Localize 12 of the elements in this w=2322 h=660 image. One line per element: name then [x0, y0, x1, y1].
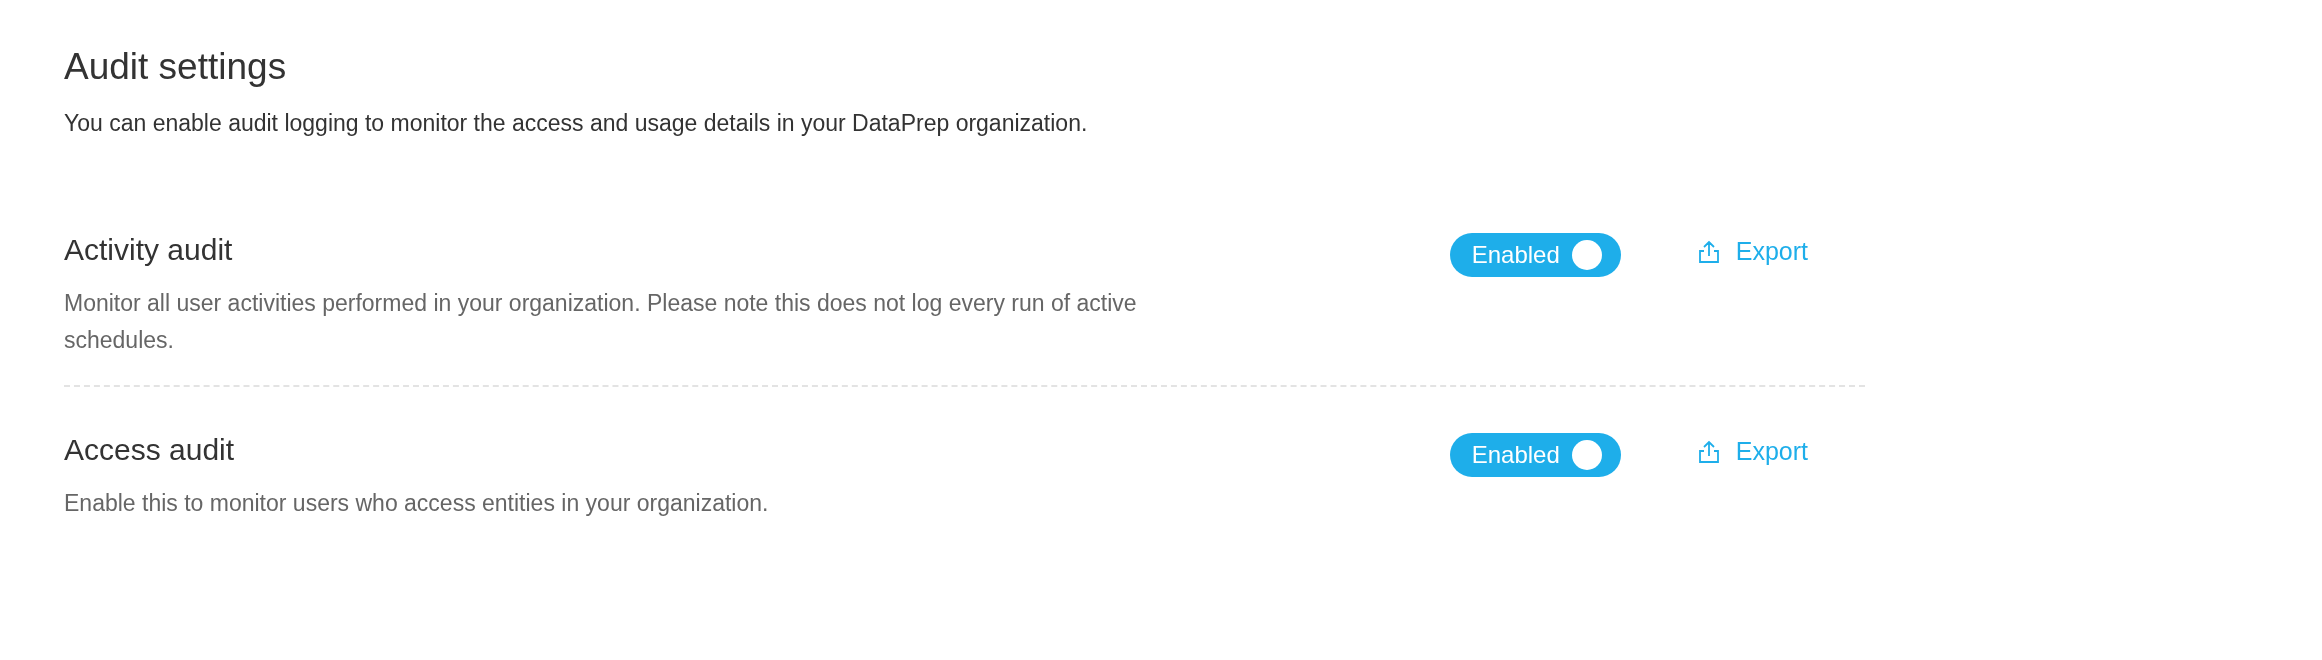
export-button[interactable]: Export: [1697, 237, 1808, 266]
section-description: Enable this to monitor users who access entities in your organization.: [64, 489, 770, 518]
upload-icon: [1697, 439, 1720, 464]
export-button[interactable]: Export: [1697, 437, 1808, 466]
page-title: Audit settings: [64, 46, 288, 88]
section-description: Monitor all user activities performed in your organization. Please note this does not log every run of active schedules.: [64, 289, 1138, 355]
section-title: Activity audit: [64, 233, 234, 267]
toggle-switch[interactable]: Enabled: [1449, 433, 1621, 477]
section-title: Access audit: [64, 433, 236, 467]
page-description: You can enable audit logging to monitor the access and usage details in your DataPrep organization.: [64, 110, 1089, 137]
upload-icon: [1697, 239, 1720, 264]
toggle-switch[interactable]: Enabled: [1449, 233, 1621, 277]
